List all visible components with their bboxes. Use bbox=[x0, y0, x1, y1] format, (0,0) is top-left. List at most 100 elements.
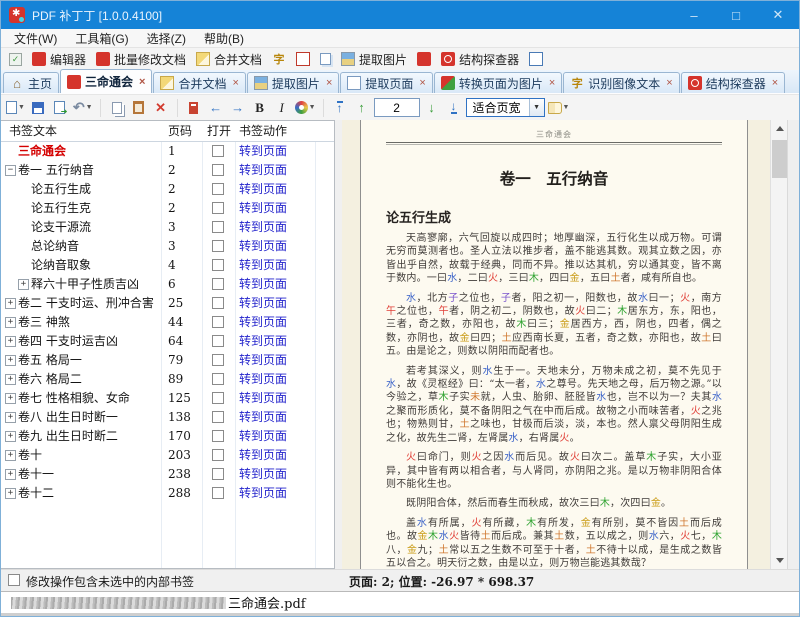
bookmark-title[interactable]: 释六十甲子性质吉凶 bbox=[31, 275, 139, 294]
batch-modify-button[interactable]: 批量修改文档 bbox=[91, 49, 191, 69]
expand-icon[interactable]: + bbox=[5, 431, 16, 442]
save-button[interactable] bbox=[28, 97, 48, 119]
bookmark-row[interactable]: +卷四 干支时运吉凶64转到页面 bbox=[1, 332, 334, 351]
goto-page-link[interactable]: 转到页面 bbox=[239, 427, 287, 446]
bookmark-title[interactable]: 卷八 出生日时断一 bbox=[18, 408, 118, 427]
bookmark-open-checkbox[interactable] bbox=[212, 354, 224, 366]
expand-icon[interactable]: + bbox=[5, 374, 16, 385]
goto-page-link[interactable]: 转到页面 bbox=[239, 446, 287, 465]
bookmark-row[interactable]: +卷五 格局一79转到页面 bbox=[1, 351, 334, 370]
paste-button[interactable] bbox=[129, 97, 149, 119]
bookmark-row[interactable]: +卷十一238转到页面 bbox=[1, 465, 334, 484]
collapse-icon[interactable]: − bbox=[5, 165, 16, 176]
bookmark-title[interactable]: 论五行生成 bbox=[31, 180, 91, 199]
expand-icon[interactable]: + bbox=[5, 450, 16, 461]
ocr-button[interactable]: 字 bbox=[267, 49, 291, 69]
bookmark-title[interactable]: 卷四 干支时运吉凶 bbox=[18, 332, 118, 351]
close-button[interactable]: ✕ bbox=[757, 1, 799, 29]
page-number-input[interactable] bbox=[374, 98, 420, 117]
bookmark-title[interactable]: 卷十 bbox=[18, 446, 42, 465]
extract-images-button[interactable]: 提取图片 bbox=[336, 49, 412, 69]
bookmark-open-checkbox[interactable] bbox=[212, 221, 224, 233]
maximize-button[interactable]: □ bbox=[715, 1, 757, 29]
expand-icon[interactable]: + bbox=[5, 336, 16, 347]
column-header-action[interactable]: 书签动作 bbox=[239, 121, 287, 142]
bookmark-open-checkbox[interactable] bbox=[212, 183, 224, 195]
bookmark-title[interactable]: 论五行生克 bbox=[31, 199, 91, 218]
bookmark-row[interactable]: +释六十甲子性质吉凶6转到页面 bbox=[1, 275, 334, 294]
menu-file[interactable]: 文件(W) bbox=[5, 29, 66, 47]
bookmark-open-checkbox[interactable] bbox=[212, 278, 224, 290]
minimize-button[interactable]: – bbox=[673, 1, 715, 29]
bookmark-open-checkbox[interactable] bbox=[212, 468, 224, 480]
bookmark-title[interactable]: 卷九 出生日时断二 bbox=[18, 427, 118, 446]
tab-convert-pages[interactable]: 转换页面为图片× bbox=[434, 72, 562, 93]
goto-page-link[interactable]: 转到页面 bbox=[239, 161, 287, 180]
bookmark-row[interactable]: 论支干源流3转到页面 bbox=[1, 218, 334, 237]
bookmark-open-checkbox[interactable] bbox=[212, 487, 224, 499]
bookmark-title[interactable]: 卷五 格局一 bbox=[18, 351, 82, 370]
bookmark-title[interactable]: 卷十一 bbox=[18, 465, 54, 484]
close-tab-icon[interactable]: × bbox=[139, 76, 145, 88]
tab-document[interactable]: 三命通会× bbox=[60, 69, 152, 93]
bookmark-title[interactable]: 卷二 干支时运、刑冲合害 bbox=[18, 294, 154, 313]
goto-page-link[interactable]: 转到页面 bbox=[239, 256, 287, 275]
bookmark-open-checkbox[interactable] bbox=[212, 202, 224, 214]
bookmark-row[interactable]: 三命通会1转到页面 bbox=[1, 142, 334, 161]
bookmark-title[interactable]: 卷一 五行纳音 bbox=[18, 161, 94, 180]
editor-button[interactable]: 编辑器 bbox=[27, 49, 91, 69]
text-color-button[interactable]: ▼ bbox=[294, 97, 317, 119]
viewer-scrollbar[interactable] bbox=[770, 120, 787, 569]
close-tab-icon[interactable]: × bbox=[549, 77, 555, 89]
expand-icon[interactable]: + bbox=[5, 317, 16, 328]
render-pages-button[interactable] bbox=[412, 49, 436, 69]
goto-page-link[interactable]: 转到页面 bbox=[239, 332, 287, 351]
bookmark-open-checkbox[interactable] bbox=[212, 335, 224, 347]
export-button[interactable] bbox=[50, 97, 70, 119]
first-page-button[interactable]: ↑ bbox=[330, 97, 350, 119]
bookmark-row[interactable]: +卷九 出生日时断二170转到页面 bbox=[1, 427, 334, 446]
include-unselected-checkbox[interactable] bbox=[8, 574, 20, 586]
merge-documents-button[interactable]: 合并文档 bbox=[191, 49, 267, 69]
bookmark-open-checkbox[interactable] bbox=[212, 259, 224, 271]
close-tab-icon[interactable]: × bbox=[419, 77, 425, 89]
tab-extract-pages[interactable]: 提取页面× bbox=[340, 72, 432, 93]
goto-page-link[interactable]: 转到页面 bbox=[239, 199, 287, 218]
copy-button[interactable] bbox=[107, 97, 127, 119]
bookmark-title[interactable]: 卷六 格局二 bbox=[18, 370, 82, 389]
extract-pages-button[interactable] bbox=[315, 49, 336, 69]
goto-page-link[interactable]: 转到页面 bbox=[239, 370, 287, 389]
close-tab-icon[interactable]: × bbox=[232, 77, 238, 89]
expand-icon[interactable]: + bbox=[5, 412, 16, 423]
bookmark-title[interactable]: 卷三 神煞 bbox=[18, 313, 70, 332]
bookmark-title[interactable]: 总论纳音 bbox=[31, 237, 79, 256]
scroll-down-icon[interactable] bbox=[771, 552, 788, 569]
bold-button[interactable]: B bbox=[250, 97, 270, 119]
goto-page-link[interactable]: 转到页面 bbox=[239, 237, 287, 256]
chevron-down-icon[interactable]: ▼ bbox=[529, 99, 544, 116]
goto-page-link[interactable]: 转到页面 bbox=[239, 142, 287, 161]
bookmark-row[interactable]: 总论纳音3转到页面 bbox=[1, 237, 334, 256]
column-header-page[interactable]: 页码 bbox=[168, 121, 192, 142]
bookmark-row[interactable]: +卷八 出生日时断一138转到页面 bbox=[1, 408, 334, 427]
delete-button[interactable]: ✕ bbox=[151, 97, 171, 119]
bookmark-open-checkbox[interactable] bbox=[212, 164, 224, 176]
tab-inspector[interactable]: 结构探查器× bbox=[681, 72, 785, 93]
column-header-open[interactable]: 打开 bbox=[207, 121, 231, 142]
bookmark-open-checkbox[interactable] bbox=[212, 373, 224, 385]
bookmark-row[interactable]: +卷三 神煞44转到页面 bbox=[1, 313, 334, 332]
bookmark-row[interactable]: 论纳音取象4转到页面 bbox=[1, 256, 334, 275]
expand-icon[interactable]: + bbox=[5, 469, 16, 480]
zoom-select[interactable]: 适合页宽 ▼ bbox=[466, 98, 545, 117]
structure-inspector-button[interactable]: 结构探查器 bbox=[436, 49, 524, 69]
goto-page-link[interactable]: 转到页面 bbox=[239, 465, 287, 484]
bookmark-title[interactable]: 卷十二 bbox=[18, 484, 54, 503]
bookmark-open-checkbox[interactable] bbox=[212, 145, 224, 157]
expand-icon[interactable]: + bbox=[5, 355, 16, 366]
bookmark-title[interactable]: 论纳音取象 bbox=[31, 256, 91, 275]
tab-home[interactable]: ⌂主页 bbox=[3, 72, 59, 93]
goto-page-link[interactable]: 转到页面 bbox=[239, 218, 287, 237]
close-tab-icon[interactable]: × bbox=[666, 77, 672, 89]
previous-page-button[interactable]: ↑ bbox=[352, 97, 372, 119]
bookmark-row[interactable]: 论五行生克2转到页面 bbox=[1, 199, 334, 218]
